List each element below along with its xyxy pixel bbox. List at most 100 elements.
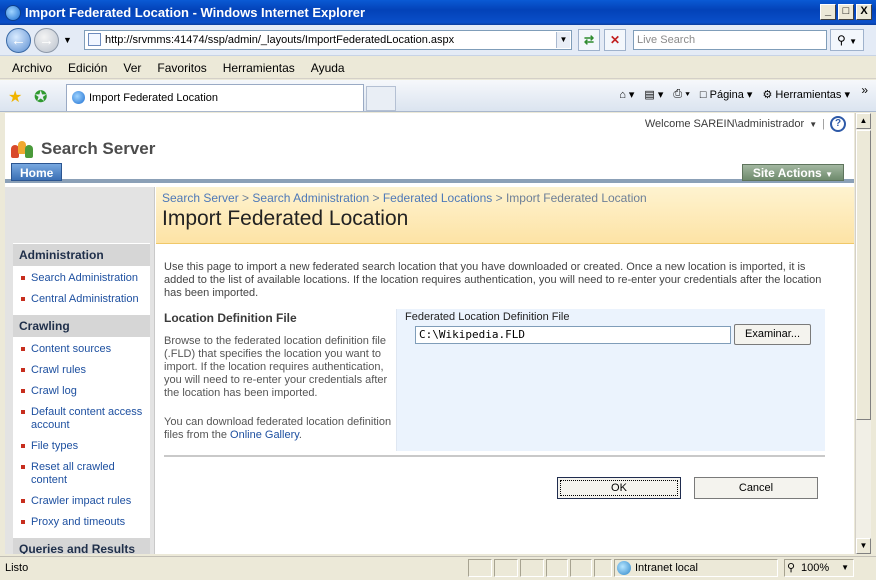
- close-window-button[interactable]: X: [856, 4, 872, 20]
- vertical-scrollbar[interactable]: ▲ ▼: [855, 113, 871, 554]
- zoom-icon: ⚲: [787, 562, 796, 574]
- minimize-button[interactable]: _: [820, 4, 836, 20]
- tab-label: Import Federated Location: [89, 92, 219, 104]
- site-actions-menu[interactable]: Site Actions ▼: [741, 164, 844, 181]
- scroll-up-icon[interactable]: ▲: [856, 113, 871, 129]
- site-actions-dropdown-icon: ▼: [825, 170, 833, 179]
- welcome-dropdown-icon: ▼: [809, 119, 818, 129]
- nav-item-central-administration[interactable]: Central Administration: [13, 289, 150, 310]
- tools-menu[interactable]: ⚙ Herramientas ▾: [762, 88, 850, 101]
- nav-item-crawler-impact-rules[interactable]: Crawler impact rules: [13, 491, 150, 512]
- nav-item-reset-crawled-content[interactable]: Reset all crawled content: [13, 457, 150, 491]
- address-dropdown-icon[interactable]: ▼: [556, 32, 570, 48]
- menu-help[interactable]: Ayuda: [303, 61, 353, 75]
- page-title-area: Search Server > Search Administration > …: [156, 187, 854, 244]
- welcome-menu[interactable]: Welcome SAREIN\administrador ▼ | ?: [645, 116, 846, 132]
- page-title: Import Federated Location: [162, 207, 409, 230]
- breadcrumb-separator: >: [372, 191, 380, 205]
- nav-heading-queries-and-results[interactable]: Queries and Results: [13, 537, 150, 554]
- internet-explorer-icon: [5, 4, 21, 21]
- download-note: You can download federated location defi…: [164, 416, 392, 442]
- maximize-button[interactable]: □: [838, 4, 854, 20]
- welcome-text: Welcome SAREIN\administrador: [644, 118, 805, 130]
- search-input[interactable]: Live Search: [633, 30, 827, 50]
- refresh-button[interactable]: ⇄: [578, 29, 600, 51]
- menu-edit[interactable]: Edición: [60, 61, 115, 75]
- nav-item-crawl-log[interactable]: Crawl log: [13, 381, 150, 402]
- breadcrumb-search-administration[interactable]: Search Administration: [252, 191, 369, 205]
- favorites-star-icon[interactable]: ★: [8, 87, 22, 107]
- nav-item-proxy-and-timeouts[interactable]: Proxy and timeouts: [13, 512, 150, 533]
- menu-tools[interactable]: Herramientas: [215, 61, 303, 75]
- address-toolbar: ← → ▼ http://srvmms:41474/ssp/admin/_lay…: [0, 25, 876, 56]
- file-path-input[interactable]: C:\Wikipedia.FLD: [415, 326, 731, 344]
- status-panel: [468, 559, 492, 577]
- security-zone[interactable]: Intranet local: [614, 559, 778, 577]
- address-bar[interactable]: http://srvmms:41474/ssp/admin/_layouts/I…: [84, 30, 572, 50]
- menu-file[interactable]: Archivo: [4, 61, 60, 75]
- stop-button[interactable]: ✕: [604, 29, 626, 51]
- chevron-more-icon[interactable]: »: [861, 83, 868, 97]
- site-actions-label: Site Actions: [752, 166, 822, 180]
- nav-heading-crawling[interactable]: Crawling: [13, 314, 150, 337]
- section-description: Browse to the federated location definit…: [164, 335, 388, 399]
- top-navigation: Home Site Actions ▼: [5, 163, 854, 183]
- zone-label: Intranet local: [635, 562, 698, 574]
- zoom-level: 100%: [801, 562, 830, 574]
- scroll-thumb[interactable]: [856, 130, 871, 420]
- window-title: Import Federated Location - Windows Inte…: [25, 5, 366, 20]
- menu-favorites[interactable]: Favoritos: [149, 61, 214, 75]
- menu-view[interactable]: Ver: [115, 61, 149, 75]
- status-panel: [570, 559, 592, 577]
- status-panel: [546, 559, 568, 577]
- home-tab[interactable]: Home: [11, 163, 63, 181]
- nav-heading-administration[interactable]: Administration: [13, 243, 150, 266]
- page-menu-label: Página: [709, 89, 744, 101]
- intro-text: Use this page to import a new federated …: [164, 261, 822, 299]
- breadcrumb-separator: >: [242, 191, 250, 205]
- url-text: http://srvmms:41474/ssp/admin/_layouts/I…: [105, 34, 455, 46]
- nav-item-crawl-rules[interactable]: Crawl rules: [13, 360, 150, 381]
- back-button[interactable]: ←: [6, 28, 31, 53]
- status-bar: Listo Intranet local ⚲ 100% ▼: [0, 556, 876, 580]
- nav-item-default-content-access-account[interactable]: Default content access account: [13, 402, 150, 436]
- tab-toolbar: ★ ✪ Import Federated Location ⌂ ▾ ▤ ▾ ⎙ …: [0, 80, 876, 112]
- scroll-down-icon[interactable]: ▼: [856, 538, 871, 554]
- gear-icon: ⚙: [762, 89, 773, 101]
- forward-button[interactable]: →: [34, 28, 59, 53]
- page-menu[interactable]: □ Página ▾: [700, 88, 753, 101]
- site-logo[interactable]: Search Server: [11, 139, 155, 159]
- browser-tab-active[interactable]: Import Federated Location: [66, 84, 364, 111]
- globe-icon: [617, 561, 631, 575]
- status-panel: [520, 559, 544, 577]
- left-navigation: Administration Search Administration Cen…: [5, 187, 155, 554]
- breadcrumb-separator: >: [495, 191, 503, 205]
- help-icon[interactable]: ?: [830, 116, 846, 132]
- main-content: Use this page to import a new federated …: [156, 245, 854, 554]
- new-tab-button[interactable]: [366, 86, 396, 111]
- site-title: Search Server: [41, 139, 156, 158]
- add-favorite-icon[interactable]: ✪: [34, 87, 47, 107]
- nav-item-search-administration[interactable]: Search Administration: [13, 268, 150, 289]
- online-gallery-link[interactable]: Online Gallery: [230, 429, 299, 441]
- zoom-control[interactable]: ⚲ 100% ▼: [784, 559, 854, 577]
- web-page: Welcome SAREIN\administrador ▼ | ? Searc…: [5, 113, 854, 554]
- browse-button[interactable]: Examinar...: [734, 324, 811, 345]
- nav-item-file-types[interactable]: File types: [13, 436, 150, 457]
- ok-button[interactable]: OK: [557, 477, 681, 499]
- location-definition-section: Location Definition File Browse to the f…: [164, 309, 825, 455]
- section-title: Location Definition File: [164, 311, 297, 325]
- feeds-icon[interactable]: ▤ ▾: [644, 88, 663, 101]
- breadcrumb-search-server[interactable]: Search Server: [162, 191, 239, 205]
- cancel-button[interactable]: Cancel: [694, 477, 818, 499]
- breadcrumb: Search Server > Search Administration > …: [162, 191, 647, 205]
- breadcrumb-current: Import Federated Location: [505, 191, 647, 205]
- print-icon[interactable]: ⎙ ▾: [673, 88, 689, 101]
- search-icon: ⚲: [836, 33, 846, 47]
- search-button[interactable]: ⚲ ▼: [830, 29, 864, 51]
- breadcrumb-federated-locations[interactable]: Federated Locations: [383, 191, 492, 205]
- home-icon[interactable]: ⌂ ▾: [619, 88, 634, 101]
- history-dropdown-icon[interactable]: ▼: [63, 35, 72, 45]
- search-options-icon[interactable]: ▼: [849, 37, 857, 46]
- nav-item-content-sources[interactable]: Content sources: [13, 339, 150, 360]
